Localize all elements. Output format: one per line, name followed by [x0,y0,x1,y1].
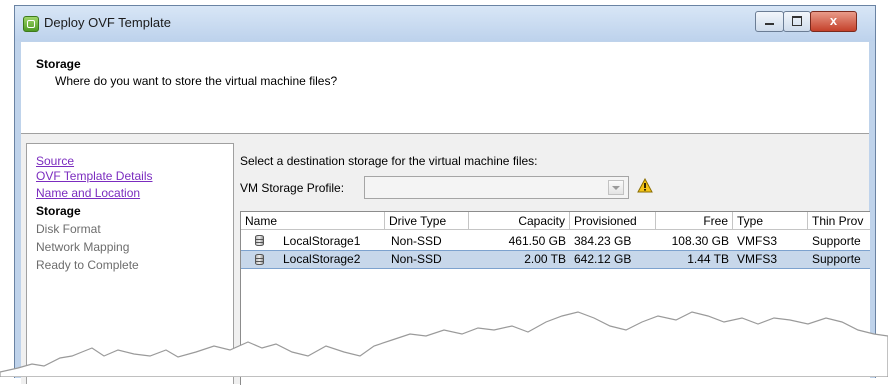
torn-edge-overlay [0,311,888,377]
